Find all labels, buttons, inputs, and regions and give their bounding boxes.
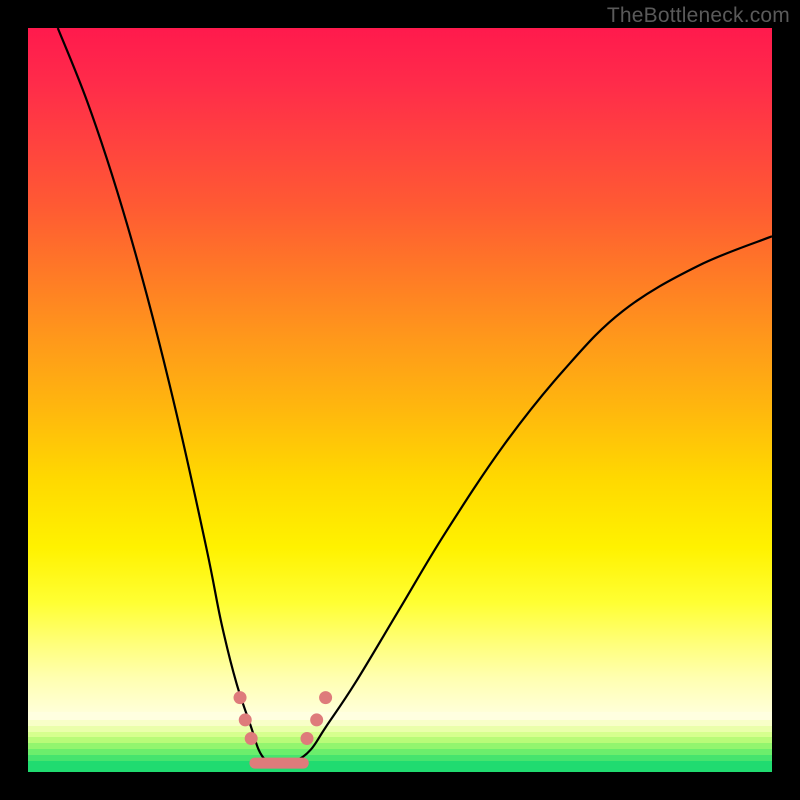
curve-marker [245,732,258,745]
chart-frame: TheBottleneck.com [0,0,800,800]
watermark-text: TheBottleneck.com [607,4,790,28]
bottleneck-curve [58,28,772,765]
curve-marker [310,713,323,726]
curve-marker [239,713,252,726]
marker-group [234,691,333,745]
plot-area [28,28,772,772]
bottleneck-curve-svg [28,28,772,772]
curve-marker [234,691,247,704]
curve-marker [319,691,332,704]
curve-marker [301,732,314,745]
